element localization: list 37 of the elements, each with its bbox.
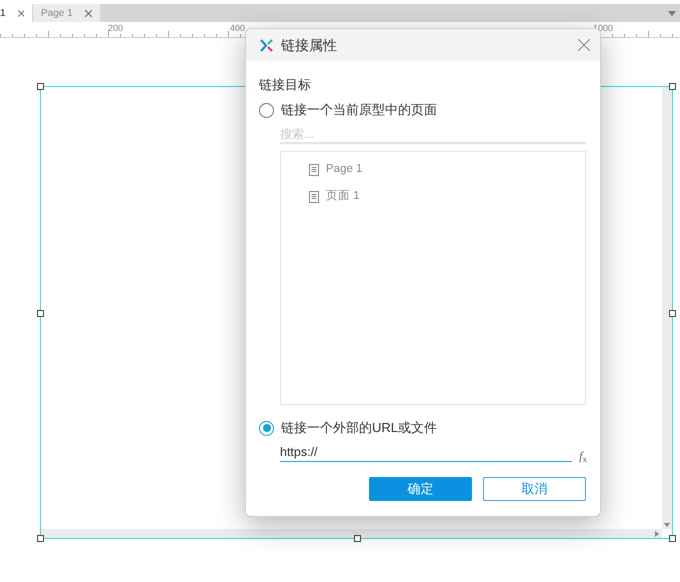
- resize-handle[interactable]: [37, 535, 44, 542]
- resize-handle[interactable]: [354, 535, 361, 542]
- resize-handle[interactable]: [37, 310, 44, 317]
- resize-handle[interactable]: [669, 310, 676, 317]
- resize-handle[interactable]: [669, 535, 676, 542]
- page-icon: [309, 164, 319, 176]
- tab-label: Page 1: [41, 6, 73, 20]
- radio-button[interactable]: [259, 102, 274, 118]
- search-field[interactable]: 搜索...: [280, 126, 586, 144]
- vertical-scrollbar[interactable]: [662, 87, 672, 529]
- close-icon[interactable]: [578, 39, 590, 51]
- document-tab[interactable]: Page 1: [33, 4, 100, 22]
- cancel-button[interactable]: 取消: [483, 477, 586, 501]
- link-option[interactable]: 链接一个当前原型中的页面: [259, 99, 587, 121]
- tab-label: 1: [0, 6, 6, 20]
- radio-button[interactable]: [259, 420, 274, 436]
- close-icon[interactable]: [84, 10, 92, 16]
- ruler-label: 400: [230, 24, 246, 33]
- url-field[interactable]: https://: [280, 442, 572, 462]
- resize-handle[interactable]: [669, 83, 676, 90]
- ruler-label: 200: [108, 24, 124, 33]
- section-label: 链接目标: [259, 76, 312, 94]
- page-list-item[interactable]: 页面 1: [281, 183, 585, 210]
- resize-handle[interactable]: [37, 83, 44, 90]
- app-logo-icon: [260, 38, 273, 52]
- document-tab[interactable]: 1: [0, 4, 32, 22]
- page-icon: [309, 190, 319, 202]
- scroll-right-icon[interactable]: [655, 530, 659, 536]
- horizontal-scrollbar[interactable]: [41, 529, 662, 538]
- dialog-title: 链接属性: [281, 36, 338, 54]
- close-icon[interactable]: [18, 10, 24, 16]
- function-icon[interactable]: f$_{x}$: [579, 450, 587, 462]
- dropdown-arrow-icon[interactable]: [668, 10, 676, 16]
- page-list-item[interactable]: Page 1: [281, 156, 585, 183]
- scroll-down-icon[interactable]: [664, 523, 670, 527]
- confirm-button[interactable]: 确定: [369, 477, 472, 501]
- link-option[interactable]: 链接一个外部的URL或文件: [259, 417, 587, 439]
